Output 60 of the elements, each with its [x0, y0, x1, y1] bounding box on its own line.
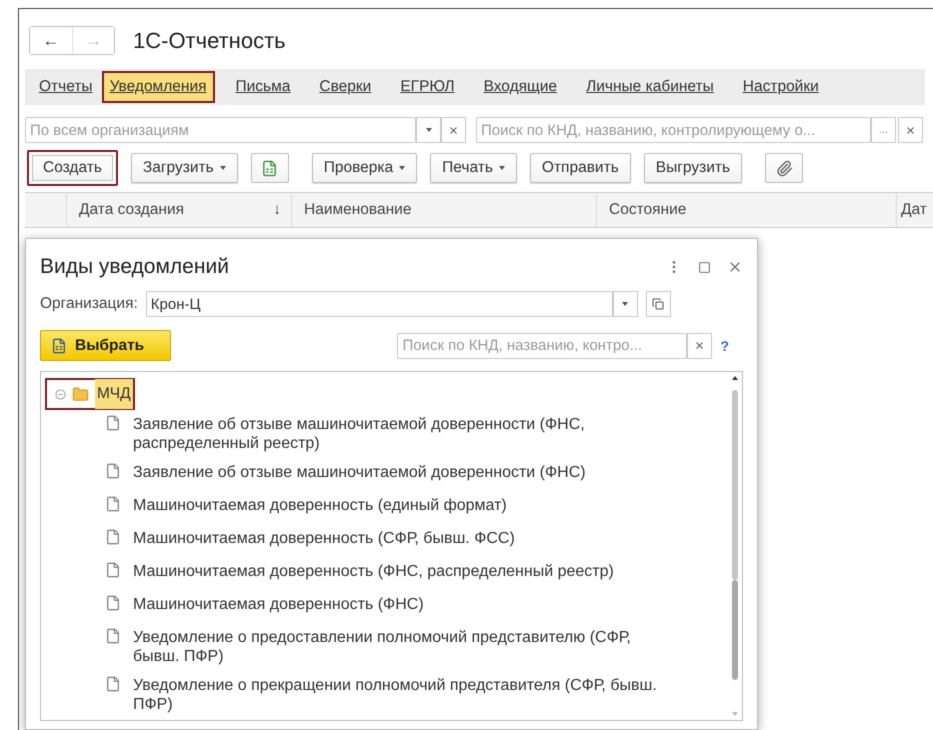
caret-icon [399, 166, 406, 170]
toolbar-button[interactable]: Печать [430, 153, 517, 183]
close-icon [905, 124, 916, 136]
copy-icon [652, 298, 664, 310]
caret-icon [220, 166, 226, 170]
maximize-icon[interactable] [698, 260, 711, 274]
field-label: Организация: [40, 295, 138, 313]
tree-item[interactable]: Уведомление о предоставлении полномочий представителю (СФР, бывш. ПФР) [133, 628, 668, 666]
organization-field[interactable]: Крон-Ц [146, 291, 613, 317]
toolbar-button[interactable]: Создать [27, 150, 118, 186]
paperclip-icon[interactable] [765, 153, 804, 183]
tree-item[interactable]: Машиночитаемая доверенность (ФНС) [133, 595, 668, 614]
tree-item[interactable]: Машиночитаемая доверенность (единый формат) [133, 496, 668, 515]
tree-item[interactable]: Машиночитаемая доверенность (ФНС, распределенный реестр) [133, 562, 668, 581]
tree-item[interactable]: Уведомление о прекращении полномочий представителя (СФР, бывш. ПФР) [133, 676, 668, 714]
document-icon [51, 338, 67, 354]
window-title: 1С-Отчетность [133, 28, 286, 54]
folder-icon [72, 386, 89, 402]
column-header[interactable]: Наименование [304, 201, 412, 219]
toolbar-button[interactable]: Загрузить [130, 153, 238, 183]
tree-node[interactable]: МЧД [45, 378, 135, 410]
tree-item[interactable]: Заявление об отзыве машиночитаемой доверенности (ФНС) [133, 463, 668, 482]
document-icon [105, 415, 121, 431]
tab[interactable]: ЕГРЮЛ [392, 71, 463, 103]
column-header[interactable]: Дата создания [79, 201, 184, 219]
column-header[interactable]: Состояние [609, 201, 686, 219]
sort-arrow-icon: ↓ [273, 201, 281, 219]
open-button[interactable] [646, 291, 671, 317]
tab[interactable]: Личные кабинеты [578, 71, 722, 103]
close-icon [694, 340, 706, 351]
collapse-icon[interactable] [55, 388, 66, 400]
tab[interactable]: Уведомления [102, 71, 214, 103]
tab[interactable]: Настройки [734, 71, 827, 103]
tab[interactable]: Письма [228, 71, 298, 103]
document-icon [105, 676, 121, 692]
column-header[interactable]: Дат [901, 201, 927, 219]
clear-button[interactable] [687, 332, 712, 358]
document-icon [105, 529, 121, 545]
clear-button[interactable] [441, 117, 466, 143]
document-icon [105, 628, 121, 644]
document-icon [105, 595, 121, 611]
dialog-title: Виды уведомлений [40, 255, 229, 279]
document-icon [105, 562, 121, 578]
tree-item[interactable]: Заявление об отзыве машиночитаемой доверенности (ФНС, распределенный реестр) [133, 415, 668, 453]
toolbar-button[interactable]: Выгрузить [644, 153, 742, 183]
document-icon [105, 463, 121, 479]
toolbar-button[interactable]: Проверка [312, 153, 418, 183]
tree-item[interactable]: Машиночитаемая доверенность (СФР, бывш. ФСС) [133, 529, 668, 548]
clear-button[interactable] [898, 117, 923, 143]
tab[interactable]: Сверки [311, 71, 380, 103]
close-icon [448, 124, 459, 136]
choose-button[interactable]: Выбрать [40, 330, 171, 361]
more-button[interactable]: ... [871, 117, 896, 143]
tab[interactable]: Отчеты [31, 71, 101, 103]
document-icon [105, 496, 121, 512]
help-link[interactable]: ? [720, 338, 729, 354]
spreadsheet-icon[interactable] [250, 153, 289, 183]
toolbar-button[interactable]: Отправить [530, 153, 631, 183]
tab[interactable]: Входящие [476, 71, 566, 103]
caret-icon [498, 166, 505, 170]
